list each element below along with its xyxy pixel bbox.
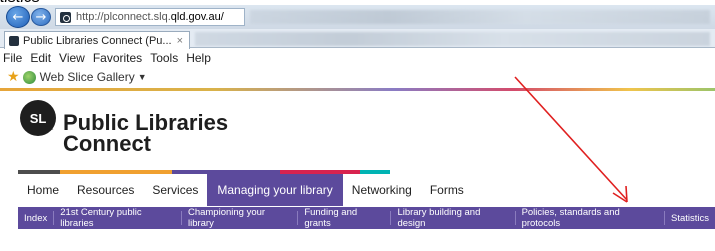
forward-button[interactable]: → (31, 8, 51, 26)
menu-favorites[interactable]: Favorites (93, 51, 142, 65)
site-title-line2: Connect (63, 131, 151, 156)
tab-title: Public Libraries Connect (Pu... (23, 34, 172, 47)
site-main-nav: Home Resources Services Managing your li… (18, 174, 473, 206)
menu-edit[interactable]: Edit (30, 51, 51, 65)
subnav-funding[interactable]: Funding and grants (298, 207, 392, 229)
subnav-championing[interactable]: Championing your library (182, 207, 299, 229)
nav-resources[interactable]: Resources (68, 174, 143, 206)
nav-home[interactable]: Home (18, 174, 68, 206)
subnav-building-design[interactable]: Library building and design (391, 207, 516, 229)
blurred-tabs-area (195, 32, 710, 46)
subnav-index[interactable]: Index (18, 211, 55, 225)
subnav-policies[interactable]: Policies, standards and protocols (516, 207, 665, 229)
nav-managing-your-library[interactable]: Managing your library (207, 174, 343, 206)
site-favicon-icon (60, 11, 71, 23)
header-color-band (0, 88, 715, 91)
favorites-bar: ★ Web Slice Gallery ▼ (0, 67, 715, 87)
tab-favicon-icon (9, 35, 19, 46)
nav-services[interactable]: Services (143, 174, 207, 206)
blurred-toolbar-area (250, 10, 710, 24)
forward-arrow-icon: → (35, 9, 47, 25)
menu-view[interactable]: View (59, 51, 85, 65)
menu-bar: File Edit View Favorites Tools Help (0, 49, 715, 67)
menu-tools[interactable]: Tools (150, 51, 178, 65)
sub-navigation: Index 21st Century public libraries Cham… (18, 207, 715, 229)
url-domain: qld.gov.au/ (170, 11, 224, 23)
nav-forms[interactable]: Forms (421, 174, 473, 206)
favorites-star-icon[interactable]: ★ (7, 69, 20, 85)
address-bar-row: ← → http://plconnect.slq. qld.gov.au/ (0, 5, 715, 29)
annotation-arrow-line (514, 76, 628, 201)
web-slice-icon (22, 70, 36, 84)
site-logo[interactable]: SL (20, 100, 56, 136)
address-field[interactable]: http://plconnect.slq. qld.gov.au/ (55, 8, 245, 26)
chevron-down-icon[interactable]: ▼ (138, 72, 147, 82)
subnav-statistics[interactable]: Statistics (665, 211, 715, 225)
tab-close-icon[interactable]: × (177, 35, 183, 47)
annotation-arrow-head (612, 185, 628, 203)
back-arrow-icon: ← (12, 9, 24, 25)
site-title[interactable]: Public Libraries Connect (63, 110, 243, 156)
menu-help[interactable]: Help (186, 51, 211, 65)
web-slice-gallery-link[interactable]: Web Slice Gallery (40, 70, 135, 84)
menu-file[interactable]: File (3, 51, 22, 65)
site-title-line1: Public Libraries (63, 110, 229, 135)
subnav-21st-century[interactable]: 21st Century public libraries (54, 207, 182, 229)
tab-strip: Public Libraries Connect (Pu... × (0, 29, 715, 49)
nav-networking[interactable]: Networking (343, 174, 421, 206)
back-button[interactable]: ← (6, 6, 30, 28)
browser-tab[interactable]: Public Libraries Connect (Pu... × (4, 31, 190, 49)
url-host: http://plconnect.slq. (76, 11, 171, 23)
